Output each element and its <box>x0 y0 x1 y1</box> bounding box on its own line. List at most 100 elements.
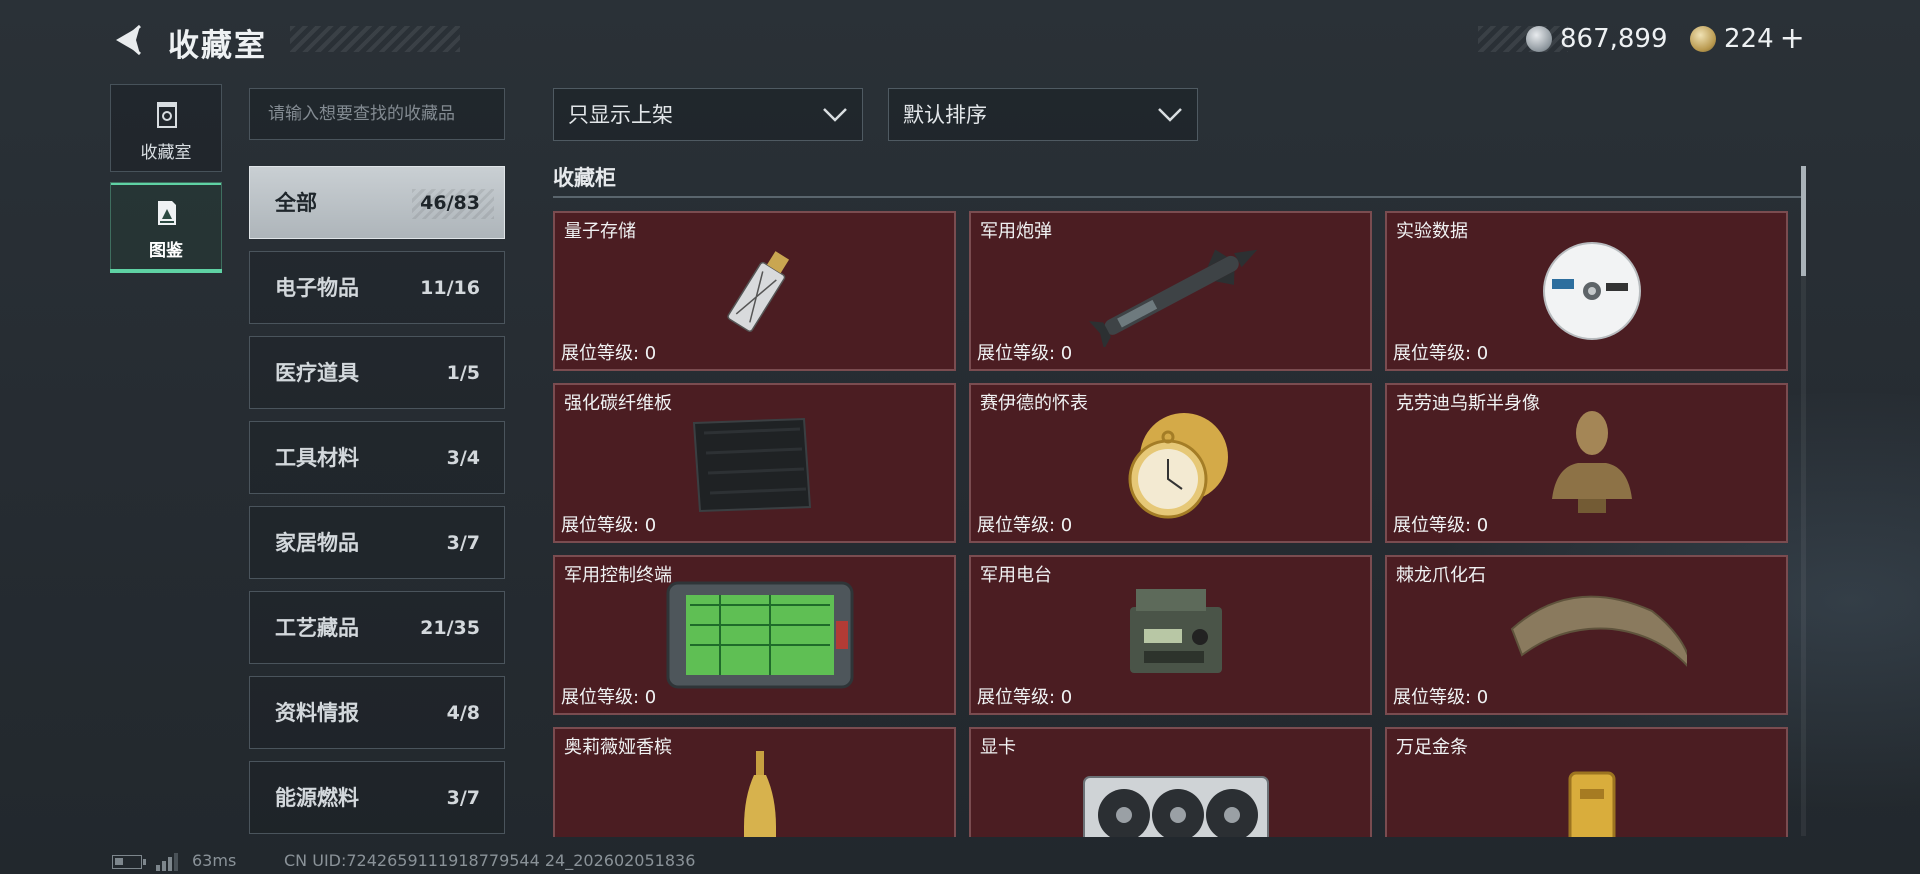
item-name: 奥莉薇娅香槟 <box>564 737 672 758</box>
sort-label: 默认排序 <box>903 103 987 127</box>
category-count: 3/4 <box>446 447 480 469</box>
status-bar: 63ms CN UID:7242659111918779544 24_20260… <box>0 850 1920 874</box>
collection-card[interactable]: 军用电台展位等级: 0 <box>969 555 1372 715</box>
add-currency-button[interactable]: + <box>1780 24 1805 54</box>
category-count: 11/16 <box>420 277 480 299</box>
sort-dropdown[interactable]: 默认排序 <box>888 88 1198 141</box>
category-count: 4/8 <box>446 702 480 724</box>
codex-icon <box>158 201 176 225</box>
category-item[interactable]: 医疗道具 1/5 <box>249 336 505 409</box>
item-display-level: 展位等级: 0 <box>977 687 1073 708</box>
category-item[interactable]: 能源燃料 3/7 <box>249 761 505 834</box>
back-arrow-icon <box>116 24 141 56</box>
category-count: 21/35 <box>420 617 480 639</box>
category-name: 全部 <box>275 191 317 215</box>
section-divider <box>553 196 1806 198</box>
nav-collection-room[interactable]: 收藏室 <box>110 84 222 172</box>
item-name: 赛伊德的怀表 <box>980 393 1088 414</box>
shelf-filter-dropdown[interactable]: 只显示上架 <box>553 88 863 141</box>
collection-card[interactable]: 万足金条 <box>1385 727 1788 837</box>
category-item[interactable]: 电子物品 11/16 <box>249 251 505 324</box>
currency-bar: 867,899 224 + <box>1478 22 1823 56</box>
item-name: 万足金条 <box>1396 737 1468 758</box>
item-name: 克劳迪乌斯半身像 <box>1396 393 1540 414</box>
category-item[interactable]: 资料情报 4/8 <box>249 676 505 749</box>
collection-card[interactable]: 量子存储展位等级: 0 <box>553 211 956 371</box>
back-button[interactable] <box>110 22 150 58</box>
category-name: 资料情报 <box>275 701 359 725</box>
item-name: 显卡 <box>980 737 1016 758</box>
category-name: 能源燃料 <box>275 786 359 810</box>
silver-amount: 867,899 <box>1560 24 1668 54</box>
item-name: 量子存储 <box>564 221 636 242</box>
item-name: 棘龙爪化石 <box>1396 565 1486 586</box>
chevron-down-icon <box>823 108 847 122</box>
bust-statue-icon <box>1552 411 1632 513</box>
item-display-level: 展位等级: 0 <box>977 515 1073 536</box>
category-count: 46/83 <box>420 192 480 214</box>
item-name: 强化碳纤维板 <box>564 393 672 414</box>
collection-card[interactable]: 显卡 <box>969 727 1372 837</box>
chevron-down-icon <box>1158 108 1182 122</box>
page-title: 收藏室 <box>168 28 267 64</box>
carbon-plate-icon <box>692 417 812 513</box>
category-count: 3/7 <box>446 787 480 809</box>
gold-amount: 224 <box>1724 24 1774 54</box>
collection-card[interactable]: 克劳迪乌斯半身像 展位等级: 0 <box>1385 383 1788 543</box>
nav-codex[interactable]: 图鉴 <box>110 182 222 273</box>
collection-card[interactable]: 奥莉薇娅香槟 <box>553 727 956 837</box>
search-box[interactable] <box>249 88 505 140</box>
graphics-card-icon <box>1083 776 1269 837</box>
uid-text: CN UID:7242659111918779544 24_2026020518… <box>284 851 696 870</box>
collection-grid: 量子存储 展位等级: 0 军用炮弹 展位等级: 0 实验数据 展位等级: 0 强化碳纤维板展… <box>553 211 1793 837</box>
item-display-level: 展位等级: 0 <box>1393 343 1489 364</box>
collection-card[interactable]: 军用炮弹 展位等级: 0 <box>969 211 1372 371</box>
category-name: 工具材料 <box>275 446 359 470</box>
claw-fossil-icon <box>1510 595 1687 667</box>
scroll-thumb[interactable] <box>1801 166 1806 276</box>
collection-card[interactable]: 赛伊德的怀表 展位等级: 0 <box>969 383 1372 543</box>
missile-icon <box>1089 249 1258 347</box>
item-display-level: 展位等级: 0 <box>561 687 657 708</box>
category-item[interactable]: 工艺藏品 21/35 <box>249 591 505 664</box>
section-title: 收藏柜 <box>553 166 616 190</box>
category-name: 家居物品 <box>275 531 359 555</box>
scrollbar[interactable] <box>1801 166 1806 836</box>
silver-coin-icon <box>1526 26 1552 52</box>
ping-readout: 63ms <box>192 851 237 870</box>
item-name: 军用控制终端 <box>564 565 672 586</box>
nav-codex-label: 图鉴 <box>149 241 183 261</box>
gold-coin-icon <box>1690 26 1716 52</box>
category-item[interactable]: 全部 46/83 <box>249 166 505 239</box>
item-name: 实验数据 <box>1396 221 1468 242</box>
category-name: 工艺藏品 <box>275 616 359 640</box>
collection-card[interactable]: 实验数据展位等级: 0 <box>1385 211 1788 371</box>
collection-room-icon <box>157 102 177 128</box>
item-name: 军用炮弹 <box>980 221 1052 242</box>
item-name: 军用电台 <box>980 565 1052 586</box>
gold-currency[interactable]: 224 + <box>1690 22 1805 56</box>
item-display-level: 展位等级: 0 <box>561 515 657 536</box>
nav-collection-room-label: 收藏室 <box>140 143 192 163</box>
silver-currency: 867,899 <box>1526 22 1668 56</box>
header: 收藏室 867,899 224 + <box>0 0 1920 80</box>
collection-card[interactable]: 军用控制终端 展位等级: 0 <box>553 555 956 715</box>
category-count: 3/7 <box>446 532 480 554</box>
control-terminal-icon <box>666 581 854 689</box>
military-radio-icon <box>1130 589 1222 673</box>
disc-icon <box>1543 242 1641 340</box>
battery-icon <box>112 855 146 869</box>
pocket-watch-icon <box>1128 413 1228 519</box>
item-display-level: 展位等级: 0 <box>1393 515 1489 536</box>
signal-icon <box>156 853 178 871</box>
item-display-level: 展位等级: 0 <box>1393 687 1489 708</box>
search-input[interactable] <box>250 89 504 139</box>
category-item[interactable]: 工具材料 3/4 <box>249 421 505 494</box>
category-item[interactable]: 家居物品 3/7 <box>249 506 505 579</box>
item-display-level: 展位等级: 0 <box>561 343 657 364</box>
collection-card[interactable]: 棘龙爪化石展位等级: 0 <box>1385 555 1788 715</box>
shelf-filter-label: 只显示上架 <box>568 103 673 127</box>
collection-card[interactable]: 强化碳纤维板 展位等级: 0 <box>553 383 956 543</box>
title-decoration <box>290 26 460 52</box>
usb-drive-icon <box>727 251 790 332</box>
